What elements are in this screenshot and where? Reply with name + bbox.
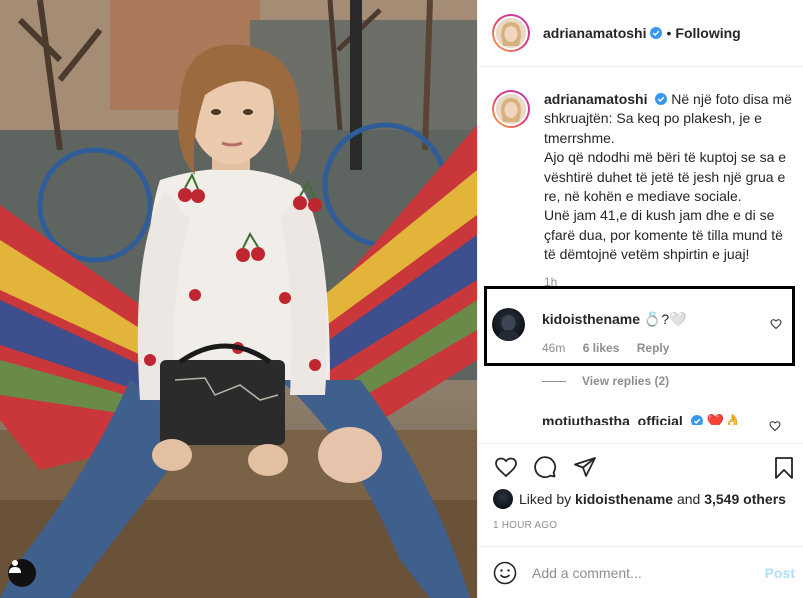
add-comment-bar: Post	[477, 546, 803, 598]
avatar-image	[496, 18, 526, 48]
caption-text-block: adrianamatoshi Në një foto disa më shkru…	[544, 90, 792, 265]
verified-badge-icon	[650, 27, 663, 39]
liker-avatar[interactable]	[493, 489, 513, 509]
comment-age[interactable]: 46m	[542, 341, 565, 355]
caption-author-avatar[interactable]	[492, 90, 530, 128]
view-replies-label: View replies (2)	[582, 374, 670, 388]
likes-prefix: Liked by	[519, 491, 572, 507]
liker-username[interactable]: kidoisthename	[575, 491, 673, 507]
avatar-image	[496, 94, 526, 124]
post-header: adrianamatoshi • Following	[478, 0, 803, 67]
post-caption: adrianamatoshi Në një foto disa më shkru…	[492, 90, 792, 289]
comment-body: 💍?🤍	[643, 311, 687, 327]
post-comment-button[interactable]: Post	[765, 565, 795, 581]
verified-badge-icon	[655, 93, 668, 105]
paper-plane-icon[interactable]	[572, 455, 598, 479]
header-separator: •	[666, 25, 672, 41]
reply-button[interactable]: Reply	[637, 341, 670, 355]
comment-heart-icon[interactable]	[769, 420, 781, 432]
likes-middle: and	[676, 491, 701, 507]
likes-summary: Liked by kidoisthename and 3,549 others	[493, 489, 786, 509]
heart-icon[interactable]	[493, 455, 519, 479]
photo-illustration	[0, 0, 477, 598]
post-photo[interactable]	[0, 0, 477, 598]
replies-divider	[542, 380, 566, 382]
comment-heart-icon[interactable]	[770, 318, 782, 330]
author-avatar[interactable]	[492, 14, 530, 52]
commenter-avatar[interactable]	[492, 308, 525, 341]
partial-comment: motiuthastha_official ❤️👌	[542, 411, 802, 425]
caption-body: Në një foto disa më shkruajtën: Sa keq p…	[544, 91, 792, 263]
smiley-icon[interactable]	[493, 561, 517, 585]
caption-username[interactable]: adrianamatoshi	[544, 91, 647, 107]
avatar-image	[497, 315, 520, 341]
comment-input[interactable]	[532, 563, 752, 583]
comment-bubble-icon[interactable]	[532, 455, 558, 479]
post-timestamp[interactable]: 1 HOUR AGO	[493, 520, 557, 531]
bookmark-icon[interactable]	[772, 455, 796, 481]
author-username[interactable]: adrianamatoshi	[543, 25, 646, 41]
partial-comment-username[interactable]: motiuthastha_official	[542, 413, 683, 425]
following-button[interactable]: Following	[675, 25, 740, 41]
comment-text-line: kidoisthename 💍?🤍	[542, 311, 687, 328]
comment-username[interactable]: kidoisthename	[542, 311, 640, 327]
post-action-bar	[477, 443, 803, 486]
tagged-users-button[interactable]	[8, 559, 36, 587]
verified-badge-icon	[690, 415, 703, 425]
likes-count[interactable]: 3,549 others	[704, 491, 786, 507]
comment-meta: 46m 6 likes Reply	[542, 341, 683, 355]
view-replies-link[interactable]: View replies (2)	[542, 374, 669, 388]
person-icon	[9, 560, 21, 573]
comment-likes[interactable]: 6 likes	[583, 341, 620, 355]
partial-comment-body: ❤️👌	[706, 413, 742, 425]
